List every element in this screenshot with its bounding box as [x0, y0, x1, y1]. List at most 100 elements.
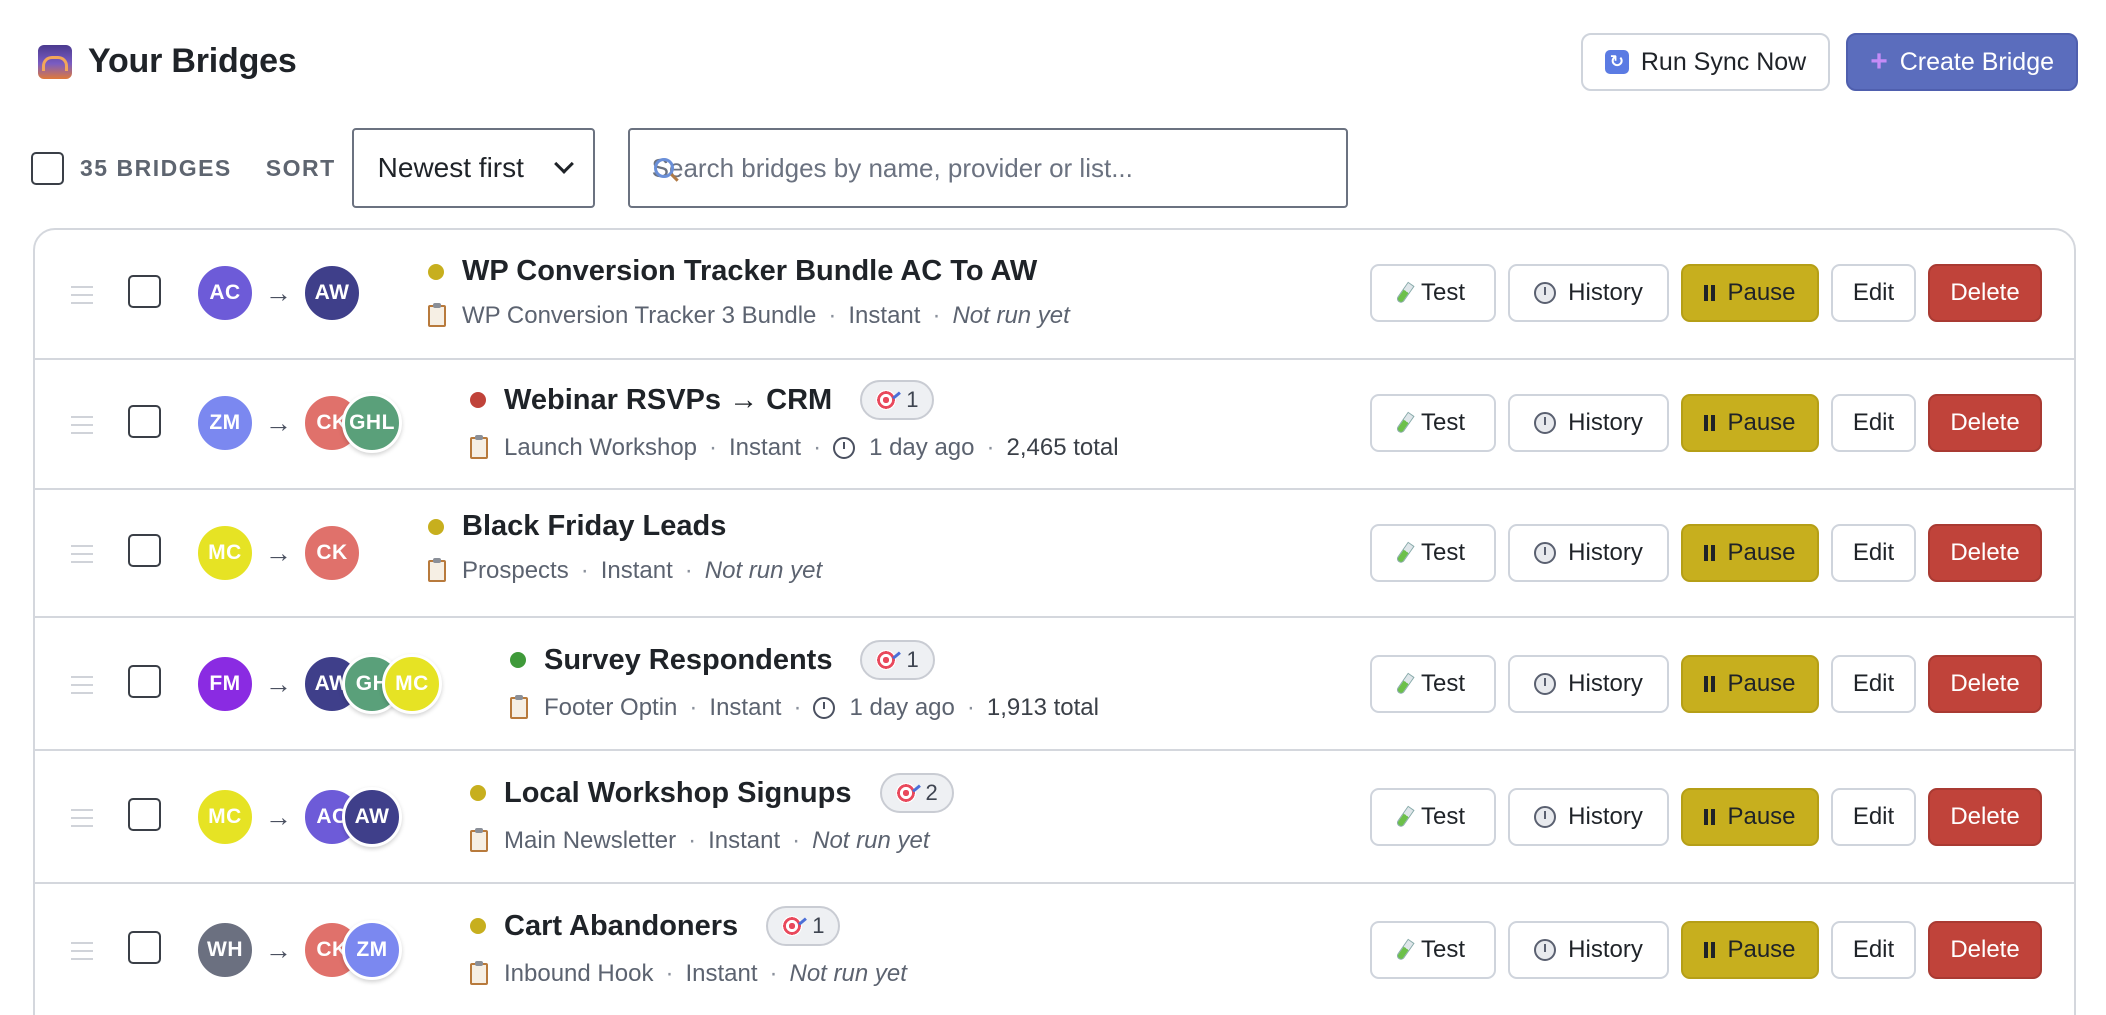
delete-button[interactable]: Delete [1928, 524, 2042, 582]
list-toolbar: 35 BRIDGES SORT Newest first [31, 128, 1348, 208]
test-button[interactable]: Test [1370, 921, 1496, 979]
clock-icon [833, 437, 856, 459]
bridge-info: Cart Abandoners 1 Inbound Hook · Instant… [470, 906, 907, 988]
sort-select[interactable]: Newest first [351, 128, 595, 208]
bridge-row: FM → AW GH MC Survey Respondents 1 Footer … [35, 618, 2074, 751]
edit-button[interactable]: Edit [1831, 394, 1916, 452]
status-dot [428, 263, 444, 280]
row-checkbox[interactable] [128, 797, 161, 831]
edit-button[interactable]: Edit [1831, 264, 1916, 322]
meta-separator: · [966, 694, 975, 721]
goal-badge[interactable]: 2 [879, 773, 954, 813]
row-actions: Test History Pause Edit Delete [1370, 524, 2042, 582]
source-avatar: ZM [195, 393, 255, 453]
delete-button[interactable]: Delete [1928, 264, 2042, 322]
bridge-icon [38, 44, 72, 79]
source-avatar: WH [195, 920, 255, 980]
clipboard-icon [428, 303, 446, 327]
edit-button[interactable]: Edit [1831, 788, 1916, 846]
row-checkbox[interactable] [128, 664, 161, 698]
bridge-title[interactable]: Local Workshop Signups [504, 777, 852, 810]
clock-icon [1534, 542, 1557, 564]
drag-handle[interactable] [71, 416, 93, 434]
row-checkbox[interactable] [128, 275, 161, 308]
meta-separator: · [932, 302, 941, 329]
bridge-title[interactable]: Survey Respondents [544, 644, 832, 677]
pause-button[interactable]: Pause [1681, 788, 1819, 846]
meta-separator: · [684, 557, 693, 584]
bridge-meta: Prospects · Instant · Not run yet [428, 557, 822, 585]
delete-label: Delete [1950, 803, 2020, 830]
last-run: 1 day ago [869, 434, 975, 461]
meta-separator: · [688, 827, 697, 854]
pause-button[interactable]: Pause [1681, 921, 1819, 979]
history-button[interactable]: History [1508, 394, 1669, 452]
arrow-right-icon: → [265, 801, 292, 832]
clipboard-icon [470, 961, 488, 985]
row-checkbox[interactable] [128, 405, 161, 438]
edit-button[interactable]: Edit [1831, 655, 1916, 713]
source-avatar: FM [195, 654, 255, 714]
status-dot [428, 518, 444, 535]
target-icon [876, 650, 897, 670]
bridge-title[interactable]: Black Friday Leads [462, 510, 726, 543]
delete-button[interactable]: Delete [1928, 655, 2042, 713]
goal-badge[interactable]: 1 [860, 380, 935, 420]
meta-separator: · [769, 960, 778, 987]
goal-badge[interactable]: 1 [860, 640, 935, 680]
pause-button[interactable]: Pause [1681, 264, 1819, 322]
bridge-title[interactable]: Cart Abandoners [504, 910, 738, 943]
run-total: 2,465 total [1006, 434, 1119, 461]
drag-handle[interactable] [71, 286, 93, 304]
goal-badge[interactable]: 1 [766, 906, 841, 946]
test-button[interactable]: Test [1370, 394, 1496, 452]
delete-button[interactable]: Delete [1928, 921, 2042, 979]
edit-label: Edit [1852, 279, 1895, 306]
meta-separator: · [986, 434, 995, 461]
plus-icon: + [1870, 45, 1888, 78]
history-button[interactable]: History [1508, 264, 1669, 322]
edit-button[interactable]: Edit [1831, 921, 1916, 979]
history-button[interactable]: History [1508, 921, 1669, 979]
history-button[interactable]: History [1508, 655, 1669, 713]
test-button[interactable]: Test [1370, 655, 1496, 713]
status-dot [470, 918, 486, 934]
bridge-count: 35 BRIDGES [80, 154, 232, 181]
test-button[interactable]: Test [1370, 264, 1496, 322]
test-button[interactable]: Test [1370, 788, 1496, 846]
clipboard-icon [470, 828, 488, 852]
bridge-meta: Footer Optin · Instant · 1 day ago · 1,913… [510, 694, 1099, 722]
run-sync-button[interactable]: ↻ Run Sync Now [1580, 33, 1831, 91]
bridge-title-line: Survey Respondents 1 [510, 640, 1099, 680]
history-button[interactable]: History [1508, 788, 1669, 846]
bridge-title[interactable]: Webinar RSVPs → CRM [504, 384, 832, 417]
history-label: History [1568, 409, 1643, 436]
delete-button[interactable]: Delete [1928, 394, 2042, 452]
pause-button[interactable]: Pause [1681, 655, 1819, 713]
test-button[interactable]: Test [1370, 524, 1496, 582]
row-checkbox[interactable] [128, 534, 161, 567]
row-actions: Test History Pause Edit Delete [1370, 264, 2042, 322]
search-input[interactable] [651, 152, 1346, 184]
drag-handle[interactable] [71, 808, 93, 827]
delete-button[interactable]: Delete [1928, 788, 2042, 846]
bridge-title[interactable]: WP Conversion Tracker Bundle AC To AW [462, 255, 1037, 288]
bridge-info: Survey Respondents 1 Footer Optin · Inst… [510, 640, 1099, 722]
pause-icon [1704, 285, 1716, 301]
edit-button[interactable]: Edit [1831, 524, 1916, 582]
pause-button[interactable]: Pause [1681, 524, 1819, 582]
clock-icon [1534, 939, 1557, 961]
top-actions: ↻ Run Sync Now + Create Bridge [1580, 33, 2078, 91]
edit-label: Edit [1852, 936, 1895, 963]
drag-handle[interactable] [71, 941, 93, 960]
bridge-info: Webinar RSVPs → CRM 1 Launch Workshop · … [470, 380, 1119, 462]
destination-avatar: CK [302, 523, 362, 583]
row-checkbox[interactable] [128, 930, 161, 964]
history-button[interactable]: History [1508, 524, 1669, 582]
create-bridge-button[interactable]: + Create Bridge [1846, 33, 2078, 91]
bridge-mode: Instant [708, 827, 781, 854]
drag-handle[interactable] [71, 545, 93, 563]
select-all-checkbox[interactable] [31, 151, 64, 185]
pause-button[interactable]: Pause [1681, 394, 1819, 452]
drag-handle[interactable] [71, 675, 93, 694]
